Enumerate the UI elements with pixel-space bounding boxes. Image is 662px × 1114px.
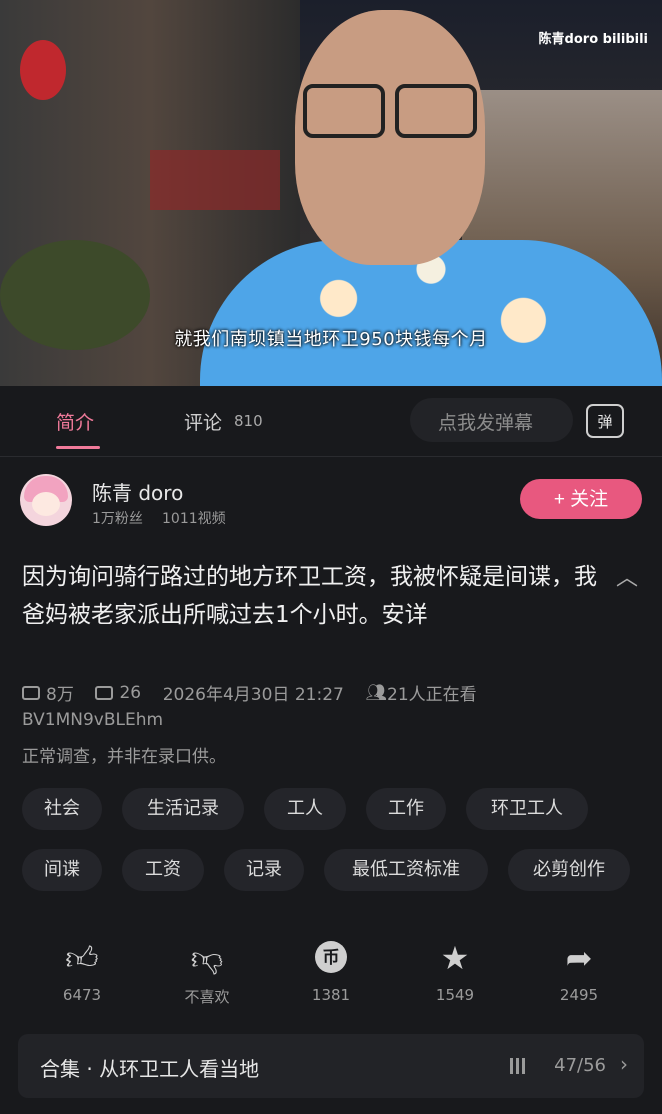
video-count: 1011视频 [162, 511, 226, 527]
tag-item[interactable]: 社会 [22, 788, 102, 830]
avatar[interactable] [20, 474, 72, 526]
tab-active-indicator [56, 446, 100, 449]
red-lantern [20, 40, 66, 100]
video-watermark: 陈青doro bilibili [538, 32, 648, 47]
chevron-right-icon: › [620, 1052, 628, 1076]
watching-count: 21人正在看 [387, 685, 477, 705]
collection-bar[interactable]: 合集 · 从环卫工人看当地 47/56 › [18, 1034, 644, 1098]
video-subtitle: 就我们南坝镇当地环卫950块钱每个月 [174, 329, 488, 350]
tag-item[interactable]: 工作 [366, 788, 446, 830]
play-count: 8万 [46, 685, 74, 705]
play-icon [22, 685, 40, 700]
danmaku-icon [95, 685, 114, 700]
tag-item[interactable]: 最低工资标准 [324, 849, 488, 891]
collection-title: 合集 · 从环卫工人看当地 [40, 1057, 260, 1081]
fan-count: 1万粉丝 [92, 511, 143, 527]
tag-item[interactable]: 记录 [224, 849, 304, 891]
star-icon: ★ [440, 939, 470, 977]
bvid[interactable]: BV1MN9vBLEhm [22, 710, 163, 730]
dislike-label: 不喜欢 [184, 988, 230, 1006]
tab-bar: 简介 评论 810 点我发弹幕 弹 [0, 386, 662, 457]
thumbs-up-icon: 👍︎ [65, 939, 99, 977]
coin-icon: 币 [286, 940, 376, 976]
uploader-name[interactable]: 陈青 doro [92, 477, 183, 506]
danmaku-placeholder: 点我发弹幕 [438, 412, 534, 434]
collection-progress: 47/56 [554, 1055, 606, 1076]
like-count: 6473 [62, 986, 102, 1004]
like-button[interactable]: 👍︎ 6473 [37, 940, 127, 1004]
floral-shirt [200, 240, 662, 386]
tab-intro[interactable]: 简介 [56, 408, 94, 435]
tab-comments[interactable]: 评论 [184, 408, 222, 435]
favorite-count: 1549 [435, 986, 475, 1004]
share-button[interactable]: ➦ 2495 [534, 940, 624, 1004]
dislike-button[interactable]: 👎︎ 不喜欢 [162, 940, 252, 1007]
share-count: 2495 [559, 986, 599, 1004]
tag-item[interactable]: 工人 [264, 788, 346, 830]
favorite-button[interactable]: ★ 1549 [410, 940, 500, 1004]
video-description: 正常调查，并非在录口供。 [22, 747, 226, 767]
video-player[interactable]: 陈青doro bilibili 就我们南坝镇当地环卫950块钱每个月 [0, 0, 662, 386]
action-bar: 👍︎ 6473 👎︎ 不喜欢 币 1381 ★ 1549 ➦ 2495 [0, 940, 662, 1010]
tag-item[interactable]: 工资 [122, 849, 204, 891]
publish-date: 2026年4月30日 21:27 [162, 685, 344, 705]
svg-text:币: 币 [323, 948, 340, 968]
tag-item[interactable]: 环卫工人 [466, 788, 588, 830]
thumbs-down-icon: 👎︎ [190, 939, 224, 977]
video-stats: 8万 26 2026年4月30日 21:27 👥︎21人正在看 [22, 680, 477, 705]
coin-button[interactable]: 币 1381 [286, 940, 376, 1004]
danmaku-toggle-icon[interactable]: 弹 [586, 404, 624, 438]
follow-button[interactable]: + 关注 [520, 479, 642, 519]
tag-item[interactable]: 间谍 [22, 849, 102, 891]
video-title: 因为询问骑行路过的地方环卫工资，我被怀疑是间谍，我爸妈被老家派出所喊过去1个小时… [22, 564, 597, 628]
tag-item[interactable]: 必剪创作 [508, 849, 630, 891]
glasses [303, 84, 478, 138]
danmaku-count: 26 [119, 682, 142, 703]
viewers-icon: 👥︎ [365, 682, 388, 703]
comment-count: 810 [234, 412, 263, 430]
bars-icon [510, 1056, 528, 1074]
share-arrow-icon: ➦ [565, 939, 593, 977]
tag-item[interactable]: 生活记录 [122, 788, 244, 830]
coin-count: 1381 [311, 986, 351, 1004]
chevron-up-icon[interactable]: ︿ [616, 560, 640, 591]
